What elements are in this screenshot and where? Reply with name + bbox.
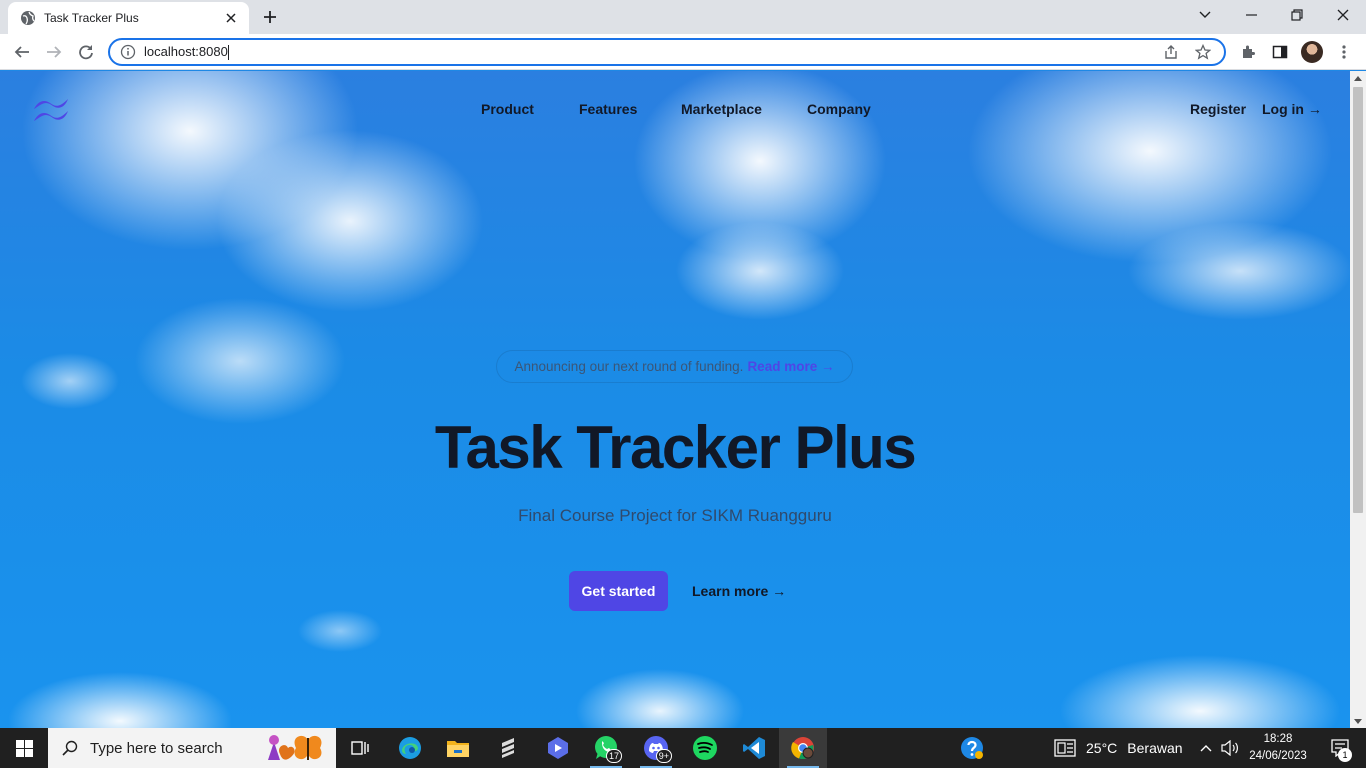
clock-time: 18:28 [1263,733,1293,745]
reload-icon[interactable] [74,40,98,64]
minimize-button[interactable] [1228,0,1274,30]
weather-icon [1054,739,1076,757]
announcement-pill: Announcing our next round of funding. Re… [496,350,853,383]
butterfly-search-highlight-icon [268,735,322,760]
info-icon[interactable] [120,44,136,60]
discord-icon[interactable]: 9+ [632,728,680,768]
weather-condition: Berawan [1127,740,1183,756]
scroll-up-icon[interactable] [1350,71,1366,85]
whatsapp-icon[interactable]: 17 [582,728,630,768]
chevron-up-icon[interactable] [1194,728,1218,768]
read-more-link[interactable]: Read more → [747,359,834,374]
help-icon[interactable] [948,728,996,768]
discord-badge: 9+ [655,749,672,763]
page-viewport: Product Features Marketplace Company Reg… [0,71,1350,728]
share-icon[interactable] [1160,41,1182,63]
page-scrollbar[interactable] [1350,71,1366,728]
system-clock[interactable]: 18:28 24/06/2023 [1244,731,1312,765]
forward-icon[interactable] [42,40,66,64]
close-window-button[interactable] [1320,0,1366,30]
search-placeholder: Type here to search [90,739,223,757]
nav-company[interactable]: Company [807,101,871,117]
hero-subtitle: Final Course Project for SIKM Ruangguru [518,506,832,525]
edge-icon[interactable] [386,728,434,768]
globe-icon [20,10,36,26]
weather-widget[interactable]: 25°C Berawan [1054,728,1183,768]
profile-avatar[interactable] [1301,41,1323,63]
windows-taskbar: Type here to search 17 9+ 25°C Berawan 1… [0,728,1366,768]
weather-temp: 25°C [1086,740,1118,756]
sublime-text-icon[interactable] [484,728,532,768]
nav-features[interactable]: Features [579,101,637,117]
clock-date: 24/06/2023 [1249,750,1307,762]
browser-tab[interactable]: Task Tracker Plus [8,2,249,34]
taskbar-search-box[interactable]: Type here to search [48,728,336,768]
new-tab-button[interactable] [258,5,282,29]
windows-start-icon[interactable] [0,728,48,768]
browser-tab-bar: Task Tracker Plus [0,0,1366,34]
notification-center-icon[interactable]: 1 [1322,728,1358,768]
file-explorer-icon[interactable] [434,728,482,768]
site-nav: Product Features Marketplace Company Reg… [0,101,1350,123]
back-icon[interactable] [10,40,34,64]
app-blue-icon[interactable] [534,728,582,768]
close-tab-icon[interactable] [223,10,239,26]
restore-button[interactable] [1274,0,1320,30]
star-icon[interactable] [1192,41,1214,63]
spotify-icon[interactable] [681,728,729,768]
menu-icon[interactable] [1332,40,1356,64]
address-bar[interactable]: localhost:8080 [108,38,1226,66]
tab-search-icon[interactable] [1182,0,1228,30]
register-link[interactable]: Register [1190,101,1246,117]
nav-product[interactable]: Product [481,101,534,117]
task-view-icon[interactable] [336,728,384,768]
login-link[interactable]: Log in → [1262,101,1322,117]
vscode-icon[interactable] [730,728,778,768]
tab-title: Task Tracker Plus [44,11,139,25]
volume-icon[interactable] [1218,728,1242,768]
notification-count: 1 [1338,748,1352,762]
learn-more-link[interactable]: Learn more → [692,583,786,599]
browser-toolbar: localhost:8080 [0,34,1366,70]
search-icon [62,740,78,756]
hero-title: Task Tracker Plus [434,414,917,481]
url-text: localhost:8080 [144,43,229,61]
scroll-down-icon[interactable] [1350,714,1366,728]
chrome-icon[interactable] [779,728,827,768]
extensions-icon[interactable] [1236,40,1260,64]
announcement-text: Announcing our next round of funding. [514,359,744,374]
scrollbar-thumb[interactable] [1353,87,1363,513]
whatsapp-badge: 17 [605,749,622,763]
get-started-button[interactable]: Get started [569,571,668,611]
nav-marketplace[interactable]: Marketplace [681,101,762,117]
side-panel-icon[interactable] [1268,40,1292,64]
